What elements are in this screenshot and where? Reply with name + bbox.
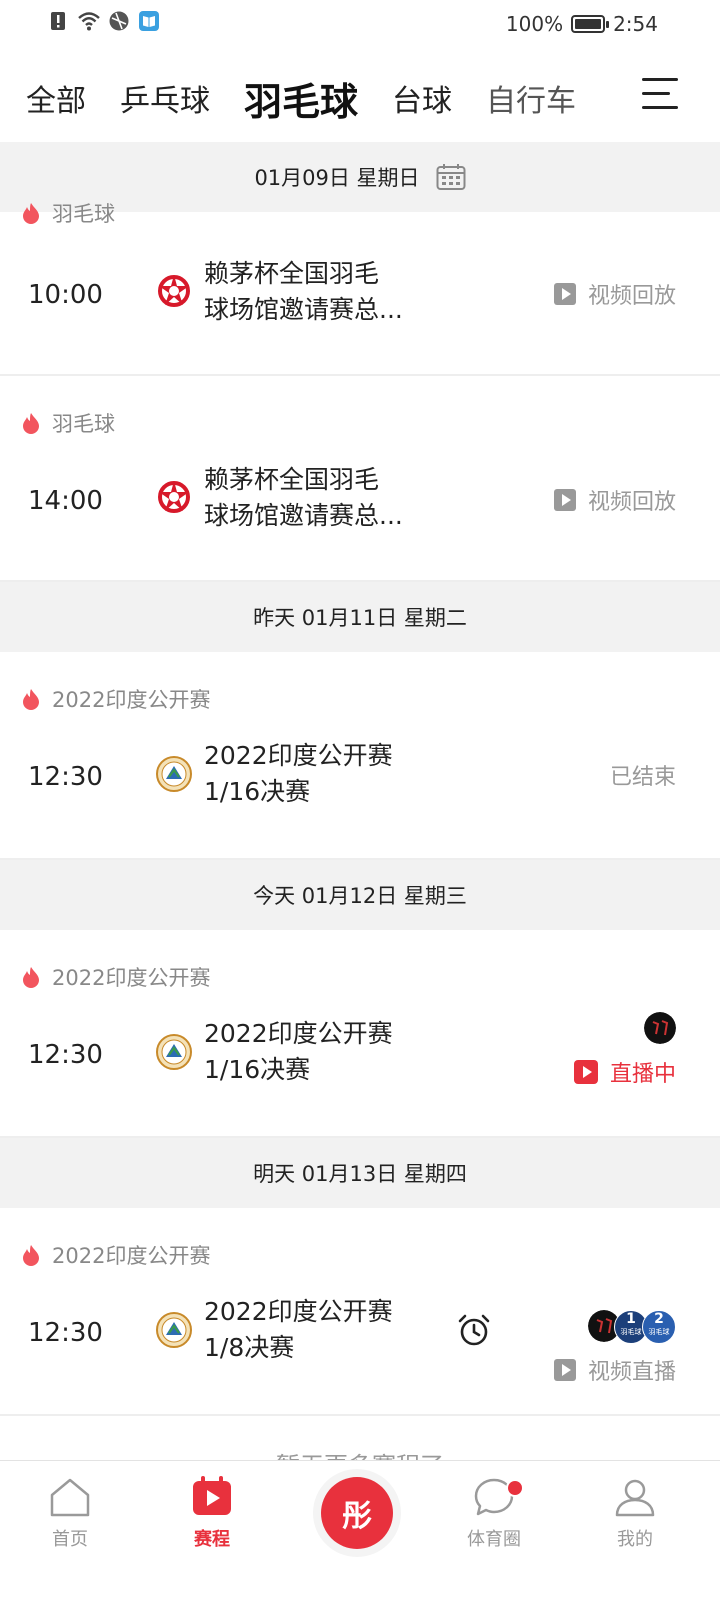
date-label: 01月09日 星期日: [254, 166, 420, 190]
nav-schedule[interactable]: 赛程: [162, 1475, 262, 1551]
match-title: 2022印度公开赛 1/16决赛: [204, 741, 393, 806]
match-category: 羽毛球: [22, 408, 115, 438]
match-card[interactable]: 羽毛球 10:00 赖茅杯全国羽毛 球场馆邀请赛总... 视频回放: [0, 202, 720, 376]
alarm-clock-icon[interactable]: [457, 1313, 491, 1347]
match-time: 14:00: [28, 486, 103, 516]
live-button[interactable]: 直播中: [573, 1056, 676, 1088]
date-header: 今天 01月12日 星期三: [0, 860, 720, 930]
channel-badge-2: 2 羽毛球: [642, 1310, 676, 1344]
menu-icon[interactable]: [642, 76, 678, 110]
date-header: 明天 01月13日 星期四: [0, 1138, 720, 1208]
match-category: 2022印度公开赛: [22, 684, 210, 714]
tournament-logo: [158, 275, 190, 307]
match-status: 已结束: [609, 765, 676, 790]
battery-percent: 100%: [505, 12, 564, 36]
fire-icon: [23, 1245, 39, 1266]
date-label: 昨天 01月11日 星期二: [253, 606, 467, 630]
schedule-icon: [193, 1476, 231, 1515]
schedule-list[interactable]: 01月09日 星期日 羽毛球 10:00 赖茅杯全国羽毛 球场馆邀请赛总... …: [0, 142, 720, 1462]
tab-cycling[interactable]: 自行车: [486, 76, 576, 120]
match-time: 12:30: [28, 1318, 103, 1348]
match-category: 羽毛球: [22, 198, 115, 228]
match-category: 2022印度公开赛: [22, 1240, 210, 1270]
match-title: 赖茅杯全国羽毛 球场馆邀请赛总...: [204, 465, 403, 530]
tournament-logo: [158, 481, 190, 513]
tab-billiards[interactable]: 台球: [392, 76, 452, 120]
battery-icon: [571, 15, 610, 33]
play-icon: [573, 1060, 598, 1084]
wifi-icon: [78, 12, 100, 31]
match-time: 12:30: [28, 1040, 103, 1070]
fire-icon: [23, 689, 39, 710]
match-card[interactable]: 2022印度公开赛 12:30 2022印度公开赛 1/8决赛 1 羽毛球 2 …: [0, 1208, 720, 1416]
play-icon: [553, 489, 576, 511]
date-label: 明天 01月13日 星期四: [253, 1162, 467, 1186]
match-card[interactable]: 2022印度公开赛 12:30 2022印度公开赛 1/16决赛 直播中: [0, 930, 720, 1138]
app-screen: 100% 2:54 全部 乒乓球 羽毛球 台球 自行车 01月09日 星期日 羽…: [0, 0, 720, 1600]
tab-table-tennis[interactable]: 乒乓球: [120, 76, 210, 120]
play-icon: [553, 283, 576, 305]
fire-icon: [23, 413, 39, 434]
live-video-button[interactable]: 视频直播: [553, 1354, 676, 1386]
center-logo: 彤: [321, 1477, 393, 1549]
tab-badminton[interactable]: 羽毛球: [244, 71, 358, 126]
status-bar: 100% 2:54: [0, 0, 720, 48]
fire-icon: [23, 967, 39, 988]
status-icons-left: [48, 10, 160, 32]
battery-level: [575, 19, 602, 29]
date-header: 昨天 01月11日 星期二: [0, 582, 720, 652]
reader-app-icon: [139, 11, 159, 31]
tab-all[interactable]: 全部: [26, 76, 86, 120]
nav-home[interactable]: 首页: [20, 1475, 120, 1551]
nav-community[interactable]: 体育圈: [444, 1475, 544, 1551]
channel-avatar: [644, 1012, 676, 1044]
nav-profile[interactable]: 我的: [585, 1475, 685, 1551]
list-footer: 暂无更多赛程了: [0, 1416, 720, 1462]
calendar-icon[interactable]: [436, 163, 466, 191]
sport-tabs: 全部 乒乓球 羽毛球 台球 自行车: [0, 58, 720, 138]
match-category: 2022印度公开赛: [22, 962, 210, 992]
notification-badge: [506, 1479, 524, 1497]
date-label: 今天 01月12日 星期三: [253, 884, 467, 908]
vpn-icon: [109, 11, 129, 31]
tournament-logo: [156, 1034, 192, 1070]
match-card[interactable]: 羽毛球 14:00 赖茅杯全国羽毛 球场馆邀请赛总... 视频回放: [0, 376, 720, 582]
match-card[interactable]: 2022印度公开赛 12:30 2022印度公开赛 1/16决赛 已结束: [0, 652, 720, 860]
status-icons-right: 100% 2:54: [506, 12, 658, 36]
fire-icon: [23, 203, 39, 224]
clock: 2:54: [613, 12, 658, 36]
bottom-nav: 首页 赛程 彤 体育圈 我的: [0, 1460, 720, 1600]
profile-icon: [615, 1479, 655, 1517]
match-time: 10:00: [28, 280, 103, 310]
replay-button[interactable]: 视频回放: [553, 484, 676, 516]
home-icon: [50, 1478, 90, 1517]
match-title: 2022印度公开赛 1/8决赛: [204, 1297, 393, 1362]
center-action-button[interactable]: 彤: [313, 1469, 401, 1557]
tournament-logo: [156, 756, 192, 792]
match-time: 12:30: [28, 762, 103, 792]
match-title: 2022印度公开赛 1/16决赛: [204, 1019, 393, 1084]
tournament-logo: [156, 1312, 192, 1348]
play-icon: [553, 1359, 576, 1381]
alert-icon: [51, 12, 65, 30]
match-title: 赖茅杯全国羽毛 球场馆邀请赛总...: [204, 259, 403, 324]
replay-button[interactable]: 视频回放: [553, 278, 676, 310]
